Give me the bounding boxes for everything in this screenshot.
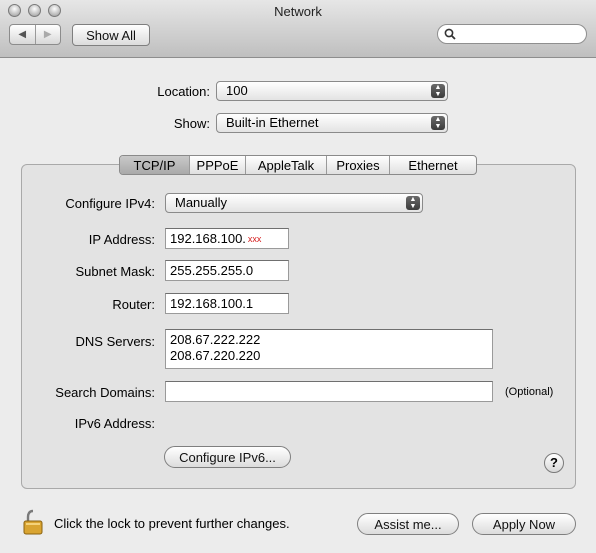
ip-address-value: 192.168.100. bbox=[170, 231, 246, 246]
tab-proxies[interactable]: Proxies bbox=[326, 156, 389, 174]
window-title: Network bbox=[274, 4, 322, 19]
forward-icon[interactable]: ▶ bbox=[34, 25, 61, 44]
apply-now-button[interactable]: Apply Now bbox=[472, 513, 576, 535]
back-forward-control: ◀ ▶ bbox=[9, 24, 61, 45]
show-label: Show: bbox=[173, 116, 210, 131]
dns-servers-label: DNS Servers: bbox=[75, 334, 155, 349]
search-icon bbox=[444, 28, 456, 40]
ip-address-label: IP Address: bbox=[88, 232, 155, 247]
tab-pppoe[interactable]: PPPoE bbox=[189, 156, 245, 174]
popup-arrows-icon: ▲ ▼ bbox=[431, 116, 445, 130]
configure-ipv4-popup[interactable]: Manually ▲ ▼ bbox=[165, 193, 423, 213]
optional-note: (Optional) bbox=[505, 386, 554, 398]
assist-me-button[interactable]: Assist me... bbox=[357, 513, 459, 535]
lock-icon[interactable] bbox=[22, 509, 44, 535]
router-value: 192.168.100.1 bbox=[170, 296, 254, 311]
tab-ethernet[interactable]: Ethernet bbox=[389, 156, 476, 174]
configure-ipv6-button[interactable]: Configure IPv6... bbox=[164, 446, 291, 468]
router-field[interactable]: 192.168.100.1 bbox=[165, 293, 289, 314]
ipv6-address-label: IPv6 Address: bbox=[74, 416, 155, 431]
search-field[interactable] bbox=[437, 24, 587, 44]
popup-arrows-icon: ▲ ▼ bbox=[431, 84, 445, 98]
network-preferences-window: Network ◀ ▶ Show All Location: 100 ▲ ▼ Sh… bbox=[0, 0, 596, 553]
help-icon[interactable]: ? bbox=[544, 453, 564, 473]
lock-message: Click the lock to prevent further change… bbox=[54, 516, 290, 531]
show-all-button[interactable]: Show All bbox=[72, 24, 150, 46]
location-popup[interactable]: 100 ▲ ▼ bbox=[216, 81, 448, 101]
tab-appletalk[interactable]: AppleTalk bbox=[245, 156, 326, 174]
tab-tcpip[interactable]: TCP/IP bbox=[120, 156, 189, 174]
location-label: Location: bbox=[157, 84, 210, 99]
ip-redacted-text: xxx bbox=[247, 234, 262, 244]
search-domains-field[interactable] bbox=[165, 381, 493, 402]
ip-address-field[interactable]: 192.168.100. xxx bbox=[165, 228, 289, 249]
dns-server-entry: 208.67.220.220 bbox=[170, 348, 261, 363]
subnet-mask-field[interactable]: 255.255.255.0 bbox=[165, 260, 289, 281]
show-popup[interactable]: Built-in Ethernet ▲ ▼ bbox=[216, 113, 448, 133]
popup-arrows-icon: ▲ ▼ bbox=[406, 196, 420, 210]
router-label: Router: bbox=[112, 297, 155, 312]
configure-ipv4-label: Configure IPv4: bbox=[65, 196, 155, 211]
toolbar: Network ◀ ▶ Show All bbox=[0, 0, 596, 58]
search-domains-label: Search Domains: bbox=[55, 385, 155, 400]
tab-bar: TCP/IP PPPoE AppleTalk Proxies Ethernet bbox=[119, 155, 477, 175]
show-value: Built-in Ethernet bbox=[226, 115, 319, 130]
location-value: 100 bbox=[226, 83, 248, 98]
subnet-mask-value: 255.255.255.0 bbox=[170, 263, 254, 278]
dns-servers-field[interactable]: 208.67.222.222 208.67.220.220 bbox=[165, 329, 493, 369]
subnet-mask-label: Subnet Mask: bbox=[75, 264, 156, 279]
back-icon[interactable]: ◀ bbox=[10, 25, 35, 44]
configure-ipv4-value: Manually bbox=[175, 195, 228, 210]
dns-server-entry: 208.67.222.222 bbox=[170, 332, 261, 347]
